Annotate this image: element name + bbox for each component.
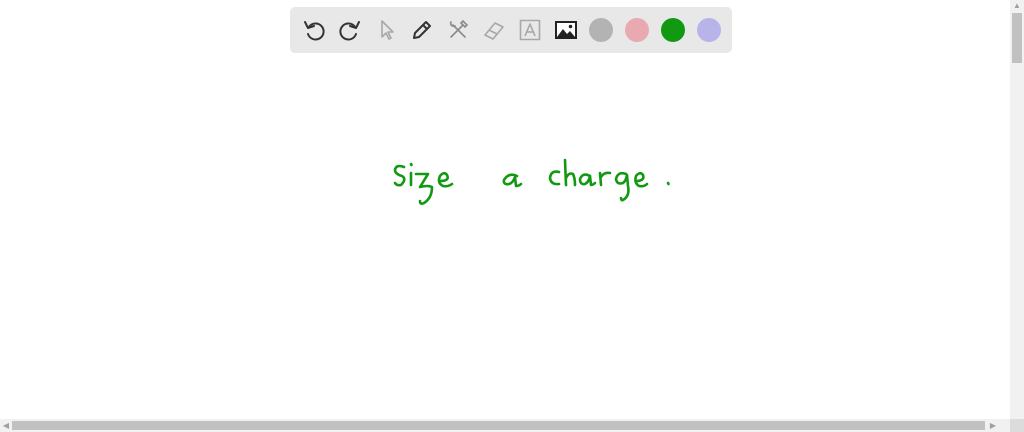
- scrollbar-corner: [1010, 419, 1024, 432]
- horizontal-scrollbar[interactable]: ◀ ▶: [0, 419, 1010, 432]
- scroll-left-arrow-icon[interactable]: ◀: [1, 419, 11, 432]
- color-swatch-gray[interactable]: [589, 18, 613, 42]
- scroll-up-arrow-icon[interactable]: ▲: [1010, 0, 1024, 12]
- undo-icon[interactable]: [302, 18, 326, 42]
- vertical-scrollbar[interactable]: ▲: [1010, 0, 1024, 419]
- eraser-icon[interactable]: [482, 18, 506, 42]
- text-box-icon[interactable]: [518, 18, 542, 42]
- handwritten-text: [393, 158, 670, 205]
- tools-icon[interactable]: [446, 18, 470, 42]
- color-swatch-green[interactable]: [661, 18, 685, 42]
- pointer-icon[interactable]: [374, 18, 398, 42]
- pen-icon[interactable]: [410, 18, 434, 42]
- image-icon[interactable]: [554, 18, 578, 42]
- drawing-canvas[interactable]: [0, 0, 1010, 419]
- redo-icon[interactable]: [338, 18, 362, 42]
- color-swatch-lavender[interactable]: [697, 18, 721, 42]
- color-swatch-pink[interactable]: [625, 18, 649, 42]
- whiteboard-toolbar: [290, 7, 732, 53]
- vertical-scroll-thumb[interactable]: [1012, 13, 1022, 63]
- horizontal-scroll-thumb[interactable]: [12, 421, 985, 430]
- scroll-right-arrow-icon[interactable]: ▶: [988, 419, 998, 432]
